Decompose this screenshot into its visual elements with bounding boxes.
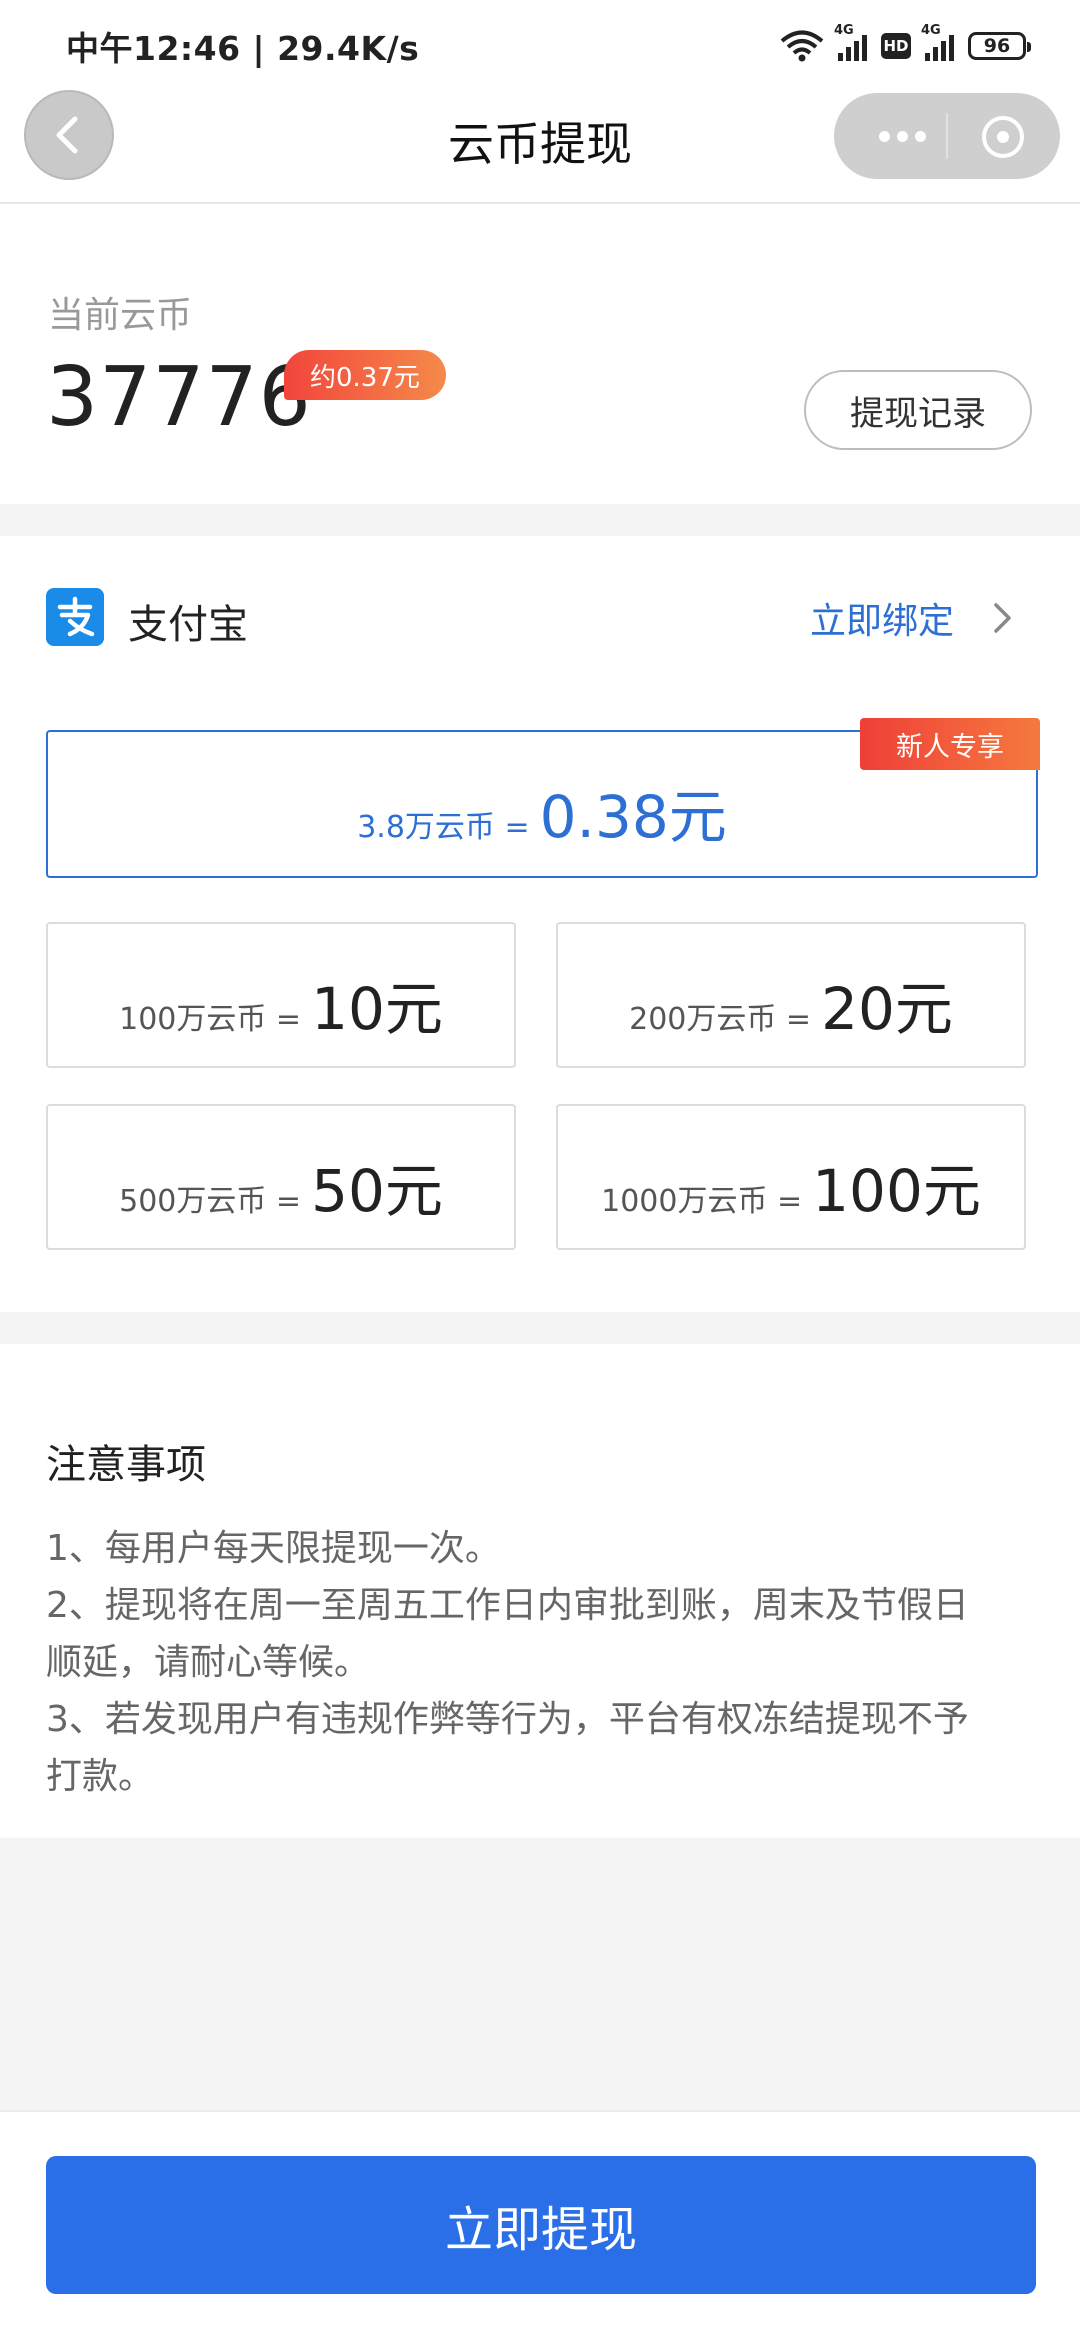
alipay-icon	[46, 588, 104, 646]
battery-icon: 96	[968, 32, 1031, 60]
option-coins: 3.8万云币 =	[357, 810, 530, 845]
note-line: 2、提现将在周一至周五工作日内审批到账，周末及节假日	[46, 1585, 969, 1626]
cellular-signal-icon-1: 4G	[834, 23, 867, 61]
option-amount: 0.38元	[539, 783, 727, 851]
notes-title: 注意事项	[46, 1442, 206, 1488]
close-icon[interactable]	[980, 114, 1026, 160]
option-coins: 200万云币 =	[629, 1002, 812, 1037]
balance-label: 当前云币	[48, 295, 193, 336]
option-coins: 100万云币 =	[119, 1002, 302, 1037]
option-amount: 10元	[311, 975, 443, 1043]
withdraw-option-10[interactable]: 100万云币 = 10元	[46, 922, 516, 1068]
status-time-speed: 中午12:46 | 29.4K/s	[66, 29, 420, 68]
more-dot-icon	[914, 130, 926, 142]
network-type-label: 4G	[834, 23, 854, 38]
wifi-icon	[780, 30, 824, 62]
withdraw-record-button[interactable]: 提现记录	[804, 370, 1032, 450]
battery-level: 96	[983, 35, 1011, 57]
new-user-badge: 新人专享	[860, 718, 1040, 770]
option-coins: 1000万云币 =	[601, 1184, 803, 1219]
payment-method-label: 支付宝	[128, 602, 248, 648]
approx-value-badge: 约0.37元	[284, 350, 446, 400]
chevron-right-icon[interactable]	[990, 600, 1014, 636]
withdraw-option-100[interactable]: 1000万云币 = 100元	[556, 1104, 1026, 1250]
note-line: 3、若发现用户有违规作弊等行为，平台有权冻结提现不予	[46, 1699, 969, 1740]
cellular-signal-icon-2: 4G	[921, 23, 954, 61]
option-amount: 50元	[311, 1157, 443, 1225]
option-amount: 100元	[812, 1157, 981, 1225]
more-button[interactable]	[860, 112, 944, 160]
note-line: 打款。	[46, 1756, 155, 1797]
capsule-divider	[946, 113, 948, 159]
coin-balance: 37776	[46, 350, 312, 445]
bind-account-link[interactable]: 立即绑定	[810, 592, 954, 644]
withdraw-now-button[interactable]: 立即提现	[46, 2156, 1036, 2294]
status-icons: 4G HD 4G 96	[780, 23, 1031, 68]
hd-icon: HD	[881, 33, 911, 59]
network-type-label: 4G	[921, 23, 941, 38]
note-line: 顺延，请耐心等候。	[46, 1642, 371, 1683]
withdraw-option-20[interactable]: 200万云币 = 20元	[556, 922, 1026, 1068]
option-amount: 20元	[821, 975, 953, 1043]
note-line: 1、每用户每天限提现一次。	[46, 1528, 501, 1569]
more-dot-icon	[878, 130, 890, 142]
option-coins: 500万云币 =	[119, 1184, 302, 1219]
more-dot-icon	[896, 130, 908, 142]
withdraw-option-50[interactable]: 500万云币 = 50元	[46, 1104, 516, 1250]
